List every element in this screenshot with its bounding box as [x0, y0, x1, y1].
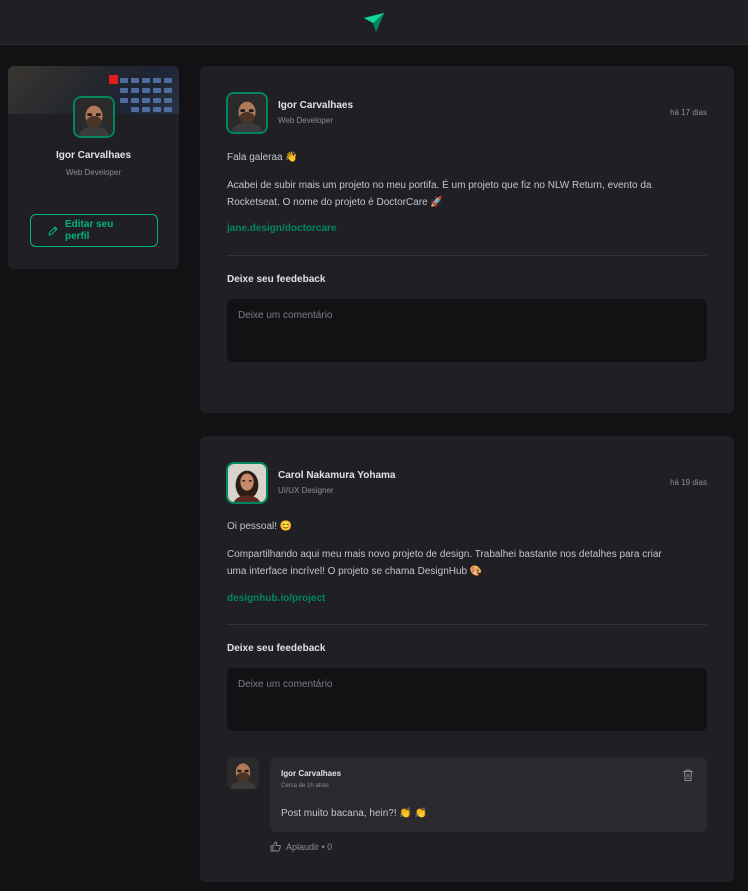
user-avatar-icon: [228, 94, 266, 132]
post-timestamp: há 17 dias: [670, 108, 707, 117]
thumbs-up-icon: [270, 841, 281, 852]
comment-timestamp: Cerca de 1h atrás: [281, 783, 329, 789]
post-content-line: Compartilhando aqui meu mais novo projet…: [227, 549, 662, 560]
profile-role: Web Developer: [66, 168, 121, 177]
avatar[interactable]: [226, 92, 268, 134]
post-author-role: Web Developer: [278, 116, 333, 125]
comment-text: Post muito bacana, hein?! 👏 👏: [281, 808, 428, 819]
comment-box: Igor Carvalhaes Cerca de 1h atrás Post m…: [270, 757, 707, 832]
post-author-name: Carol Nakamura Yohama: [278, 470, 396, 481]
edit-profile-button[interactable]: Editar seu perfil: [30, 214, 158, 247]
avatar[interactable]: [227, 757, 259, 789]
app-header: [0, 0, 748, 45]
avatar[interactable]: [73, 96, 115, 138]
post-content-line: Rocketseat. O nome do projeto é DoctorCa…: [227, 197, 443, 208]
comment-input[interactable]: [227, 299, 707, 362]
avatar[interactable]: [226, 462, 268, 504]
divider: [227, 624, 707, 625]
post-content-line: Oi pessoal! 😊: [227, 521, 293, 532]
comment-input[interactable]: [227, 668, 707, 731]
edit-profile-label: Editar seu perfil: [65, 218, 114, 242]
profile-name: Igor Carvalhaes: [55, 150, 132, 161]
post-card: Igor Carvalhaes Web Developer há 17 dias…: [200, 66, 734, 413]
divider: [227, 255, 707, 256]
post-link[interactable]: designhub.io/project: [227, 593, 325, 604]
trash-icon[interactable]: [681, 768, 695, 782]
post-author-role: UI/UX Designer: [278, 486, 334, 495]
profile-sidebar: Igor Carvalhaes Web Developer Editar seu…: [8, 66, 179, 269]
user-avatar-icon: [75, 98, 113, 136]
applause-label: Aplaudir • 0: [286, 841, 333, 852]
feedback-label: Deixe seu feedeback: [227, 274, 326, 285]
applause-button[interactable]: Aplaudir • 0: [270, 841, 332, 852]
pencil-icon: [48, 225, 58, 236]
post-author-name: Igor Carvalhaes: [278, 100, 354, 111]
post-content-line: Fala galeraa 👋: [227, 152, 298, 163]
post-content-line: uma interface incrível! O projeto se cha…: [227, 566, 483, 577]
ignite-feed-logo-icon: [364, 13, 384, 32]
post-link[interactable]: jane.design/doctorcare: [227, 223, 336, 234]
post-card: Carol Nakamura Yohama UI/UX Designer há …: [200, 436, 734, 882]
post-content-line: Acabei de subir mais um projeto no meu p…: [227, 180, 652, 191]
user-avatar-icon: [228, 464, 266, 502]
user-avatar-icon: [227, 757, 259, 789]
comment-author-name: Igor Carvalhaes: [281, 769, 342, 778]
feedback-label: Deixe seu feedeback: [227, 643, 326, 654]
post-timestamp: há 19 dias: [670, 478, 707, 487]
